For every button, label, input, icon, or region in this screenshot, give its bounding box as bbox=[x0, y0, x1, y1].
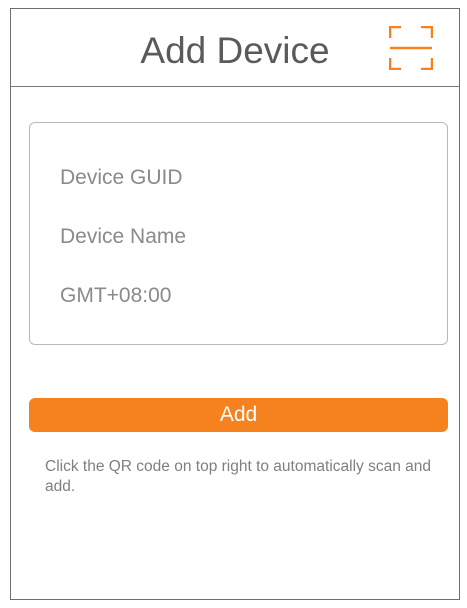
header-bar: Add Device bbox=[11, 9, 459, 87]
app-frame: Add Device Add Click the QR code on top … bbox=[10, 8, 460, 600]
add-button[interactable]: Add bbox=[29, 398, 448, 432]
device-guid-input[interactable] bbox=[60, 161, 420, 195]
timezone-field[interactable] bbox=[60, 279, 420, 313]
device-form-card bbox=[29, 122, 448, 345]
scan-hint-text: Click the QR code on top right to automa… bbox=[45, 458, 431, 495]
device-name-input[interactable] bbox=[60, 220, 420, 254]
qr-scan-icon[interactable] bbox=[388, 25, 434, 71]
